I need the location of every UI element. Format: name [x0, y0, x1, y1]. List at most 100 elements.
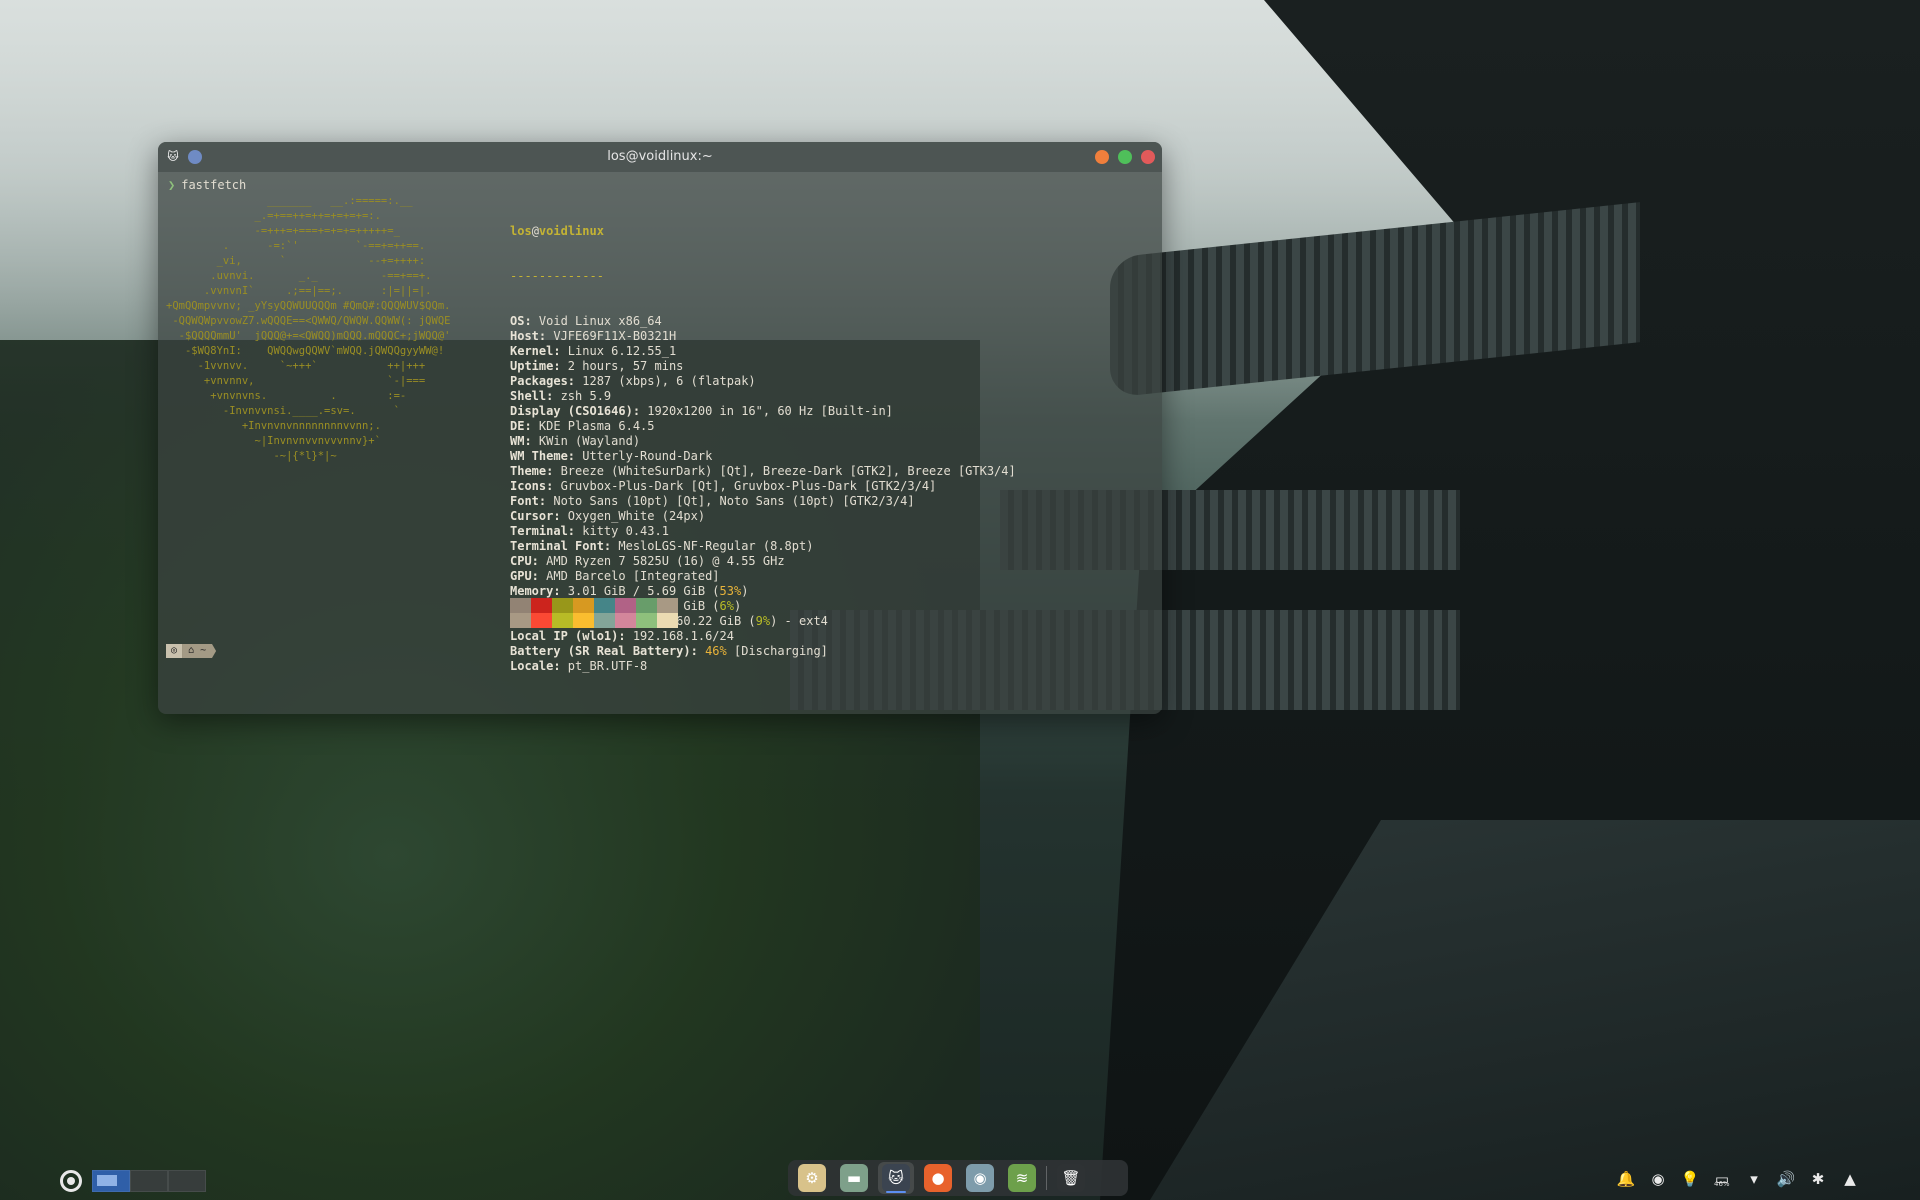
logo-line: -$QQQQmmU' jQQQ@+=<QWQQ)mQQQ.mQQQC+;jWQQ… — [166, 330, 451, 342]
info-row: Locale: pt_BR.UTF-8 — [510, 659, 1016, 674]
logo-line: -Invnvvnsi.____.=sv=. ` — [166, 405, 400, 417]
window-title: los@voidlinux:~ — [607, 149, 713, 164]
info-value: 2 hours, 57 mins — [560, 359, 684, 373]
info-value: Utterly-Round-Dark — [575, 449, 713, 463]
statusline-dir-segment: ⌂ ~ — [182, 644, 217, 658]
info-key: Battery (SR Real Battery): — [510, 644, 698, 658]
close-button[interactable] — [1141, 150, 1155, 164]
info-row: Terminal: kitty 0.43.1 — [510, 524, 1016, 539]
kitty-terminal-button[interactable]: 🐱 — [878, 1162, 914, 1194]
info-percent: 46% — [705, 644, 727, 658]
info-key: Locale: — [510, 659, 561, 673]
panel-left — [60, 1170, 206, 1192]
notification-bell-icon[interactable]: 🔔 — [1616, 1170, 1636, 1188]
info-key: Cursor: — [510, 509, 561, 523]
trash-button[interactable]: 🗑 — [1053, 1162, 1089, 1194]
system-settings-icon: ⚙ — [798, 1164, 826, 1192]
info-key: Local IP (wlo1): — [510, 629, 626, 643]
palette-swatch — [531, 598, 552, 613]
info-value: KDE Plasma 6.4.5 — [531, 419, 655, 433]
palette-swatch — [594, 613, 615, 628]
logo-line: +vnvnvns. . :=- — [166, 390, 407, 402]
color-palette — [510, 598, 678, 628]
info-at: @ — [531, 224, 539, 238]
info-row: WM: KWin (Wayland) — [510, 434, 1016, 449]
info-percent: 9% — [755, 614, 771, 628]
lightbulb-icon[interactable]: 💡 — [1680, 1170, 1700, 1188]
logo-line: . -=:`' `-==+=++==. — [166, 240, 426, 252]
info-key: WM: — [510, 434, 532, 448]
file-manager-icon: ▬ — [840, 1164, 868, 1192]
discord-button[interactable]: ◉ — [962, 1162, 998, 1194]
minimize-button[interactable] — [1095, 150, 1109, 164]
info-key: Packages: — [510, 374, 576, 388]
bluetooth-icon[interactable]: ✱ — [1808, 1170, 1828, 1188]
info-value: Noto Sans (10pt) [Qt], Noto Sans (10pt) … — [546, 494, 915, 508]
wifi-icon[interactable]: ▾ — [1744, 1170, 1764, 1188]
task-manager-dock: ⚙ ▬ 🐱 ● ◉ ≋ 🗑 — [788, 1160, 1128, 1196]
statusline-os-segment: ◎ — [166, 644, 183, 658]
info-separator: ------------- — [510, 269, 604, 283]
virtual-desktop-pager[interactable] — [92, 1170, 206, 1192]
terminal-content[interactable]: ❯ fastfetch _______ __.:=====:.__ _.=+==+… — [158, 172, 1162, 714]
info-value — [698, 644, 705, 658]
system-settings-button[interactable]: ⚙ — [794, 1162, 830, 1194]
info-row: Icons: Gruvbox-Plus-Dark [Qt], Gruvbox-P… — [510, 479, 1016, 494]
info-key: GPU: — [510, 569, 539, 583]
info-value: KWin (Wayland) — [531, 434, 641, 448]
desktop-1[interactable] — [92, 1170, 130, 1192]
info-key: CPU: — [510, 554, 539, 568]
info-tail: ) - ext4 — [770, 614, 828, 628]
palette-swatch — [636, 613, 657, 628]
info-key: OS: — [510, 314, 532, 328]
info-key: WM Theme: — [510, 449, 576, 463]
info-key: Theme: — [510, 464, 554, 478]
firefox-icon: ● — [924, 1164, 952, 1192]
palette-swatch — [510, 598, 531, 613]
info-value: VJFE69F11X-B0321H — [546, 329, 677, 343]
volume-icon[interactable]: 🔊 — [1776, 1170, 1796, 1188]
logo-line: -QQWQWpvvowZ7.wQQQE==<QWWQ/QWQW.QQWW(: j… — [166, 315, 451, 327]
palette-swatch — [657, 598, 678, 613]
logo-line: -1vvnvv. `~+++` ++|+++ — [166, 360, 426, 372]
logo-line: -=+++=+===+=+=+=+++++=_ — [166, 225, 400, 237]
trash-icon: 🗑 — [1057, 1164, 1085, 1192]
logo-line: _vi, ` --+=++++: — [166, 255, 426, 267]
info-row: OS: Void Linux x86_64 — [510, 314, 1016, 329]
info-value: zsh 5.9 — [553, 389, 612, 403]
info-tail: ) — [733, 599, 742, 613]
firefox-button[interactable]: ● — [920, 1162, 956, 1194]
battery-icon[interactable]: ▭ 46% — [1712, 1170, 1732, 1188]
info-value: Void Linux x86_64 — [531, 314, 662, 328]
spotify-button[interactable]: ≋ — [1004, 1162, 1040, 1194]
info-row: Battery (SR Real Battery): 46% [Discharg… — [510, 644, 1016, 659]
maximize-button[interactable] — [1118, 150, 1132, 164]
info-value: Linux 6.12.55_1 — [560, 344, 677, 358]
info-value: AMD Barcelo [Integrated] — [538, 569, 720, 583]
info-value: Breeze (WhiteSurDark) [Qt], Breeze-Dark … — [553, 464, 1016, 478]
info-value: 1287 (xbps), 6 (flatpak) — [575, 374, 756, 388]
logo-line: _______ __.:=====:.__ — [166, 195, 413, 207]
info-row: Shell: zsh 5.9 — [510, 389, 1016, 404]
file-manager-button[interactable]: ▬ — [836, 1162, 872, 1194]
info-row: Host: VJFE69F11X-B0321H — [510, 329, 1016, 344]
desktop-3[interactable] — [168, 1170, 206, 1192]
info-row: Terminal Font: MesloLGS-NF-Regular (8.8p… — [510, 539, 1016, 554]
info-value: Gruvbox-Plus-Dark [Qt], Gruvbox-Plus-Dar… — [553, 479, 937, 493]
info-row: Packages: 1287 (xbps), 6 (flatpak) — [510, 374, 1016, 389]
palette-swatch — [573, 598, 594, 613]
expand-tray-icon[interactable]: ▲ — [1840, 1170, 1860, 1188]
discord-tray-icon[interactable]: ◉ — [1648, 1170, 1668, 1188]
palette-swatch — [510, 613, 531, 628]
info-tail: ) — [741, 584, 749, 598]
void-launcher-icon[interactable] — [60, 1170, 82, 1192]
window-titlebar[interactable]: 🐱 los@voidlinux:~ — [158, 142, 1162, 172]
info-percent: 53% — [719, 584, 742, 598]
palette-swatch — [552, 613, 573, 628]
palette-swatch — [573, 613, 594, 628]
desktop-2[interactable] — [130, 1170, 168, 1192]
info-key: Host: — [510, 329, 547, 343]
logo-line: -~|{*l}*|~ — [166, 450, 337, 462]
shell-statusline: ◎ ⌂ ~ — [166, 644, 217, 658]
terminal-window[interactable]: 🐱 los@voidlinux:~ ❯ fastfetch _______ __.… — [158, 142, 1162, 714]
